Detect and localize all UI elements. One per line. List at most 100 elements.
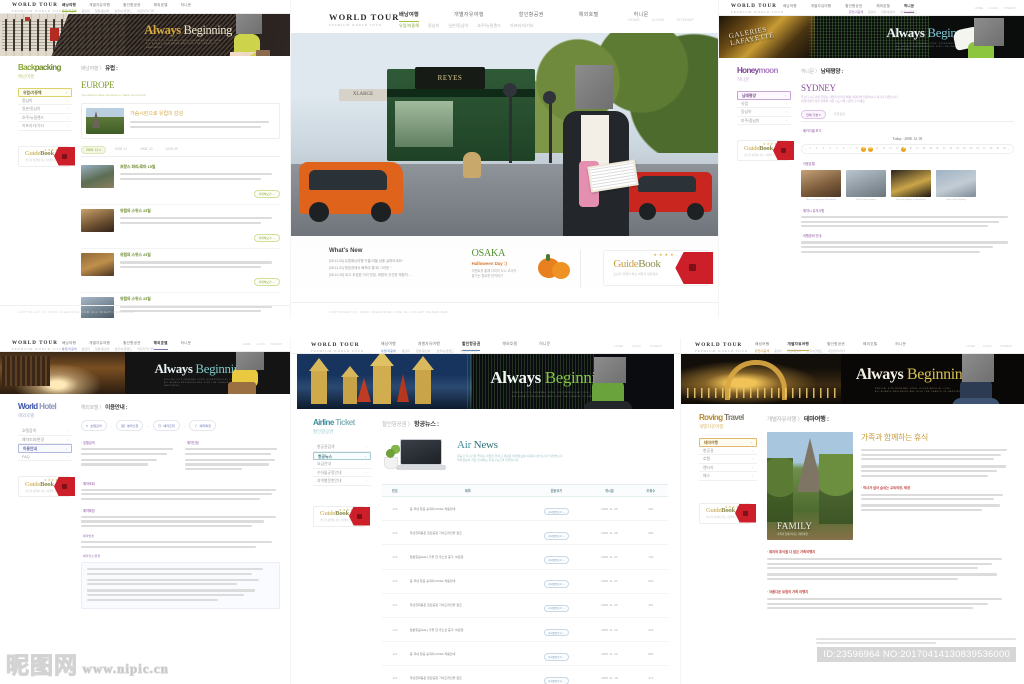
guide-book-banner[interactable]: GuideBook 초보자 여행이 되는 여행의 길라잡이 ★★★★ [597,248,718,302]
subnav-item-1[interactable]: 중남미 [774,349,782,353]
nav-item-3[interactable]: 해외호텔 [153,341,168,350]
subnav-item-3[interactable]: 호주/뉴질랜드 [115,347,132,351]
whats-new-item[interactable]: [08.11.01] 항공권에서 빠져야 할 때 그리운 ~ [329,265,450,270]
sidebar-item-4[interactable]: 아프리카/기타 [18,122,72,131]
table-row[interactable]: 122 중·국내 항공 승객의 KOSA 적용안내 기사원문보기 → 2008. 11… [382,569,668,594]
view-original-button[interactable]: 기사원문보기 → [543,507,569,516]
view-original-button[interactable]: 기사원문보기 → [543,652,569,661]
sidebar-item-0[interactable]: 남태평양 [737,91,791,100]
logo[interactable]: WORLD TOUR PREMIUM WORLD TOUR [12,341,65,351]
tab-1[interactable]: 2008. 11 [111,146,131,154]
util-home[interactable]: HOME [967,344,975,348]
nav-item-3[interactable]: 해외호텔 [502,342,517,351]
table-row[interactable]: 123 일본항공(JAL) 가을 한·주노선 증가, 비운항 기사원문보기 → 200… [382,544,668,570]
date-cell[interactable]: 24 [962,147,967,152]
date-cell[interactable]: 30 [1002,147,1007,152]
date-strip[interactable]: ‹ 1 2 3 4 5 6 7 8 9 10 11 12 13 14 15 16 17 18 19 20 21 22 23 24… [801,144,1014,154]
list-item[interactable]: 유럽의 스위스 23일 자세히보기 → [81,205,280,250]
date-cell[interactable]: 14 [895,147,900,152]
promo-block[interactable]: OSAKA Halloween Day :) 이벤트를 통해 다리의 도시 오사… [472,248,581,302]
subnav-item-3[interactable]: 호주/뉴질랜드 [900,10,917,14]
next-month-icon[interactable]: › [1009,148,1010,151]
date-cell[interactable]: 22 [948,147,953,152]
util-sitemap[interactable]: SITEMAP [271,343,282,346]
view-original-button[interactable]: 기사원문보기 → [543,556,569,564]
list-item[interactable]: 유럽의 스위스 23일 자세히보기 → [81,249,280,294]
list-item[interactable]: 프랑스 파리/로마 15일 자세히보기 → [81,161,280,206]
view-original-button[interactable]: 기사원문보기 → [543,677,569,684]
date-cell[interactable]: 18 [922,147,927,152]
date-cell-selected[interactable]: 10 [867,146,873,152]
guide-book-banner[interactable]: GuideBook 초보자 여행이 되는 여행의 길라잡이 ★★★★ [18,474,75,500]
date-cell[interactable]: 23 [955,147,960,152]
nav-item-0[interactable]: 배낭여행 [783,4,797,13]
sidebar-item-0[interactable]: 유럽/지중해 [18,88,72,97]
tab-3[interactable]: 2008. 09 [162,146,182,154]
sidebar-item-1[interactable]: 유럽 [737,100,791,108]
nav-item-4[interactable]: 허니문 [181,341,192,350]
table-row[interactable]: 124 무선전화용은 입장공항 가이드라인을 참조 기사원문보기 → 2008. 11… [382,520,668,546]
sidebar-item-4[interactable]: 지역별운항안내 [313,477,371,486]
breadcrumb-path[interactable]: 해외호텔 〉 [81,405,104,411]
sidebar-item-2[interactable]: 동남아 [737,108,791,117]
subnav-item-0[interactable]: 유럽/지중해 [755,349,769,353]
tab-1[interactable]: 추천일정 [830,110,849,119]
more-button[interactable]: 자세히보기 → [253,278,280,287]
nav-item-4[interactable]: 허니문 [181,3,192,12]
hotel-thumb-item[interactable]: Mercure Sydney on Broadway [891,170,931,201]
subnav-item-3[interactable]: 호주/뉴질랜드 [437,349,454,353]
util-sitemap[interactable]: SITEMAP [1004,6,1016,10]
subnav-item-3[interactable]: 호주/뉴질랜드 [477,23,501,29]
sidebar-item-1[interactable]: 예약조회/변경 [18,436,72,444]
util-home[interactable]: HOME [243,343,251,346]
more-button[interactable]: 자세히보기 → [253,234,280,243]
feature-box[interactable]: 가슴시린으로 유럽의 감성 [81,103,280,139]
nav-item-3[interactable]: 해외호텔 [154,3,168,12]
table-row[interactable]: 121 무선전화용은 입장공항 가이드라인을 참조 기사원문보기 → 2008. 11… [382,593,668,618]
date-cell[interactable]: 8 [855,147,860,152]
subnav-item-0[interactable]: 유럽/지중해 [849,10,863,14]
eiffel-photo-card[interactable]: FAMILY 가족과 함께 떠나는 테마여행 [767,432,853,540]
date-cell[interactable]: 6 [841,147,846,152]
nav-item-1[interactable]: 개별자유여행 [454,11,484,22]
subnav-item-0[interactable]: 유럽/지중해 [399,23,419,29]
date-cell[interactable]: 29 [995,147,1000,152]
util-home[interactable]: HOME [628,17,640,22]
subnav-item-3[interactable]: 호주/뉴질랜드 [115,9,132,13]
date-cell[interactable]: 12 [881,147,886,152]
logo[interactable]: WORLD TOUR PREMIUM WORLD TOUR [311,342,364,353]
subnav-item-0[interactable]: 유럽/지중해 [62,347,77,351]
date-cell[interactable]: 26 [975,147,980,152]
subnav-item-2[interactable]: 일본/동남아 [881,10,895,14]
table-row[interactable]: 125 중·국내 항공 승객의 KOSA 적용안내 기사원문보기 → 2008. 11… [382,496,668,522]
util-home[interactable]: HOME [615,344,623,348]
breadcrumb-path[interactable]: 할인항공권 〉 [382,422,413,428]
sidebar-item-3[interactable]: 호주/뉴질랜드 [18,114,72,122]
date-cell[interactable]: 11 [875,147,880,152]
guide-book-banner[interactable]: GuideBook 초보자 여행이 되는 여행의 길라잡이 ★★★★ [699,501,757,527]
nav-item-3[interactable]: 해외호텔 [863,342,877,351]
date-cell[interactable]: 3 [821,147,826,152]
subnav-item-4[interactable]: 아프리카/기타 [510,23,534,29]
subnav-item-3[interactable]: 호주/뉴질랜드 [806,349,823,353]
step-item-3[interactable]: ✓ 예약확정 [189,420,216,431]
util-login[interactable]: LOGIN [983,344,992,348]
subnav-item-1[interactable]: 중남미 [82,347,90,351]
guide-book-banner[interactable]: GuideBook 초보자 여행이 되는 여행의 길라잡이 ★★★★ [737,138,794,164]
step-item-0[interactable]: ⌕ 호텔검색 [81,420,107,431]
subnav-item-1[interactable]: 중남미 [868,10,876,14]
sidebar-item-3[interactable]: FAQ [18,453,72,461]
table-row[interactable]: 119 중·국내 항공 승객의 KOSA 적용안내 기사원문보기 → 2008. 11… [382,641,668,667]
hotel-thumb-item[interactable]: Oaks Centre Sydney [846,170,886,201]
logo[interactable]: WORLD TOUR PREMIUM WORLD TOUR [12,3,65,13]
nav-item-0[interactable]: 배낭여행 [399,11,419,22]
hotel-thumb-item[interactable]: Oaks Centre Sydney [936,170,976,201]
date-cell[interactable]: 16 [908,147,913,152]
logo[interactable]: WORLD TOUR PREMIUM WORLD TOUR [695,342,748,353]
subnav-item-2[interactable]: 일본/동남아 [787,349,801,353]
date-cell[interactable]: 25 [968,147,973,152]
subnav-item-0[interactable]: 유럽/지중해 [381,349,396,353]
breadcrumb-path[interactable]: 배낭여행 〉 [81,66,104,72]
tab-0[interactable]: 전체 기본 ▾ [801,110,826,119]
sidebar-item-4[interactable]: 패스 [699,472,757,481]
